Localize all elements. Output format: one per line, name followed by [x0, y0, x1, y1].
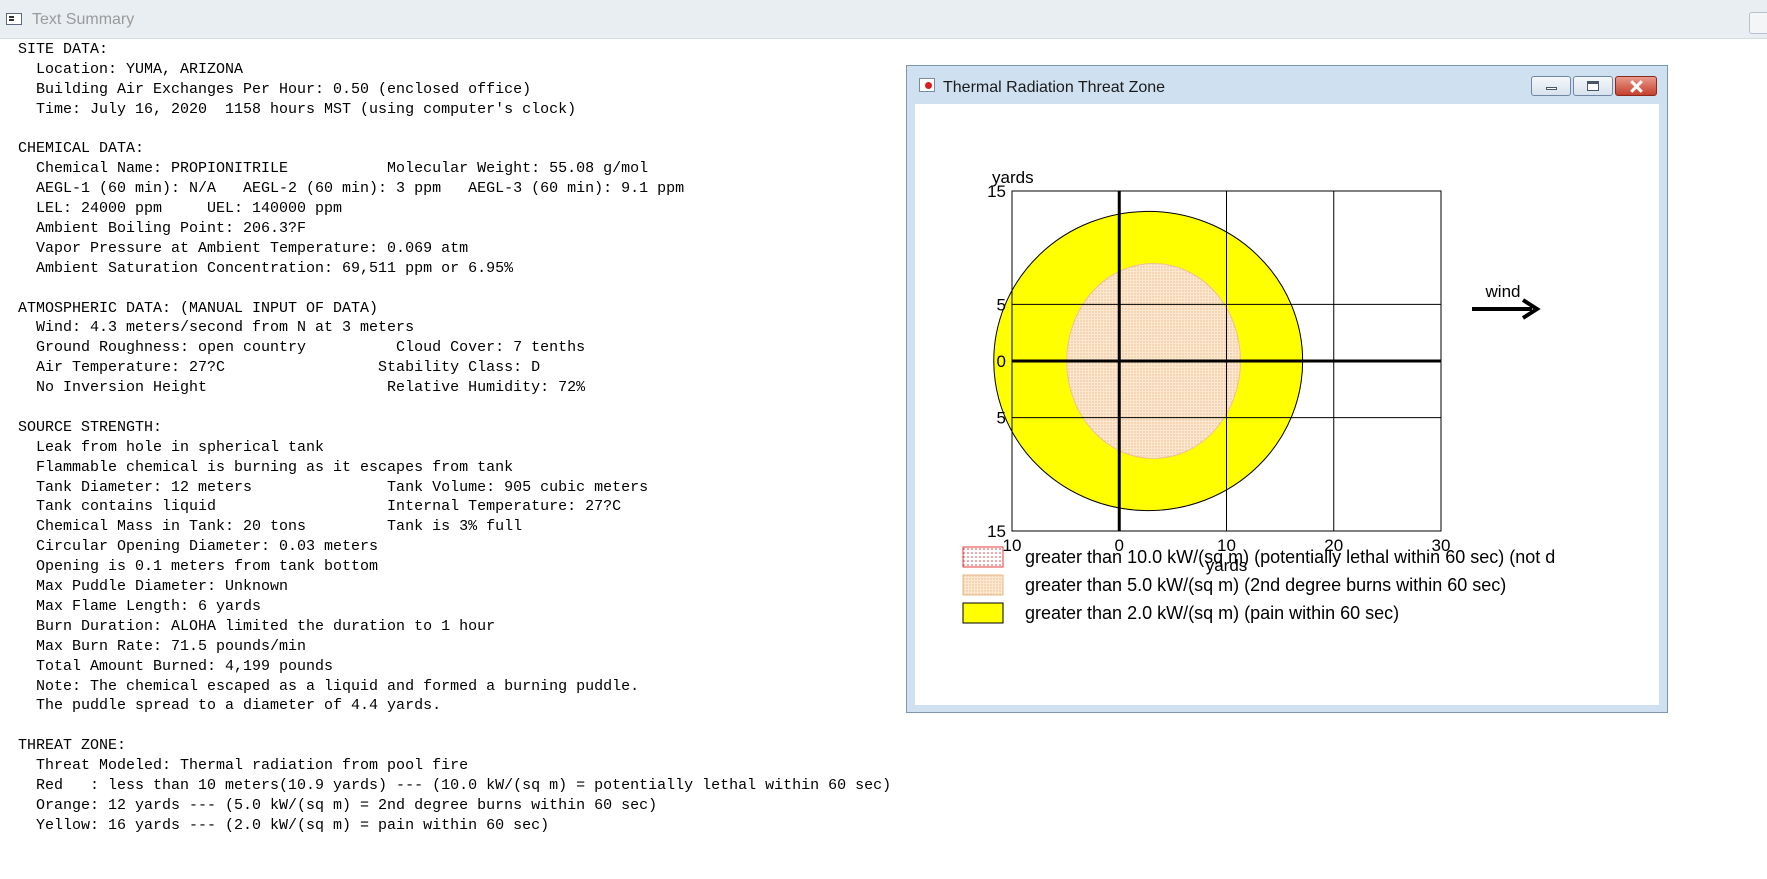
y-tick-label: 0 — [997, 352, 1006, 371]
report-line: Air Temperature: 27?C Stability Class: D — [18, 359, 541, 377]
report-line: Max Burn Rate: 71.5 pounds/min — [18, 637, 307, 655]
report-line: Tank contains liquid Internal Temperatur… — [18, 498, 622, 516]
window-edge-button[interactable] — [1749, 12, 1767, 34]
report-line: Building Air Exchanges Per Hour: 0.50 (e… — [18, 80, 532, 98]
report-line: Leak from hole in spherical tank — [18, 438, 325, 456]
report-line: Wind: 4.3 meters/second from N at 3 mete… — [18, 319, 415, 337]
report-line: Ambient Saturation Concentration: 69,511… — [18, 259, 514, 277]
report-line: Total Amount Burned: 4,199 pounds — [18, 657, 334, 675]
report-line: Burn Duration: ALOHA limited the duratio… — [18, 617, 496, 635]
threat-zone-plot: 10 0 10 20 301550515yardsyardswindgreater th… — [962, 168, 1555, 624]
report-line: SOURCE STRENGTH: — [18, 418, 163, 436]
maximize-button[interactable] — [1573, 76, 1613, 96]
report-line: The puddle spread to a diameter of 4.4 y… — [18, 697, 442, 715]
legend-swatch-yellow-solid — [962, 602, 1004, 624]
report-line: Red : less than 10 meters(10.9 yards) --… — [18, 776, 892, 794]
report-line: Opening is 0.1 meters from tank bottom — [18, 558, 379, 576]
legend-swatch-red-dots — [962, 546, 1004, 568]
y-tick-label: 15 — [987, 522, 1006, 541]
plot-client-area: 10 0 10 20 30 15 5 0 5 15 yards yards wind greater th… — [915, 104, 1659, 705]
report-line — [18, 398, 891, 418]
report-line: Max Puddle Diameter: Unknown — [18, 578, 289, 596]
report-line — [18, 120, 891, 140]
report-line: ATMOSPHERIC DATA: (MANUAL INPUT OF DATA) — [18, 299, 379, 317]
window-title: Text Summary — [32, 11, 135, 28]
report-line: Location: YUMA, ARIZONA — [18, 60, 244, 78]
report-line: AEGL-1 (60 min): N/A AEGL-2 (60 min): 3 … — [18, 180, 685, 198]
report-line: LEL: 24000 ppm UEL: 140000 ppm — [18, 200, 343, 218]
legend-label: greater than 5.0 kW/(sq m) (2nd degree b… — [1025, 575, 1506, 595]
report-line: Note: The chemical escaped as a liquid a… — [18, 677, 640, 695]
minimize-button[interactable] — [1531, 76, 1571, 96]
aloha-plot-icon — [919, 78, 935, 92]
legend-swatch-orange-dots — [962, 574, 1004, 596]
text-summary-report: SITE DATA: Location: YUMA, ARIZONA Build… — [18, 40, 891, 836]
report-line: Threat Modeled: Thermal radiation from p… — [18, 757, 469, 775]
report-line: CHEMICAL DATA: — [18, 140, 145, 158]
plot-window-title: Thermal Radiation Threat Zone — [943, 79, 1166, 96]
window-titlebar: Text Summary — [0, 0, 1767, 39]
y-tick-label: 5 — [997, 295, 1006, 314]
report-line: THREAT ZONE: — [18, 737, 127, 755]
report-line: Time: July 16, 2020 1158 hours MST (usin… — [18, 100, 577, 118]
report-line: Circular Opening Diameter: 0.03 meters — [18, 538, 379, 556]
report-line: Chemical Name: PROPIONITRILE Molecular W… — [18, 160, 649, 178]
report-line — [18, 716, 891, 736]
close-button[interactable] — [1615, 76, 1657, 96]
thermal-radiation-window[interactable]: Thermal Radiation Threat Zone 10 0 10 20 30 1… — [906, 65, 1668, 713]
wind-label: wind — [1485, 282, 1521, 301]
report-line: Orange: 12 yards --- (5.0 kW/(sq m) = 2n… — [18, 796, 658, 814]
report-line: Chemical Mass in Tank: 20 tons Tank is 3… — [18, 518, 523, 536]
report-line — [18, 279, 891, 299]
report-line: Max Flame Length: 6 yards — [18, 597, 262, 615]
legend-label: greater than 2.0 kW/(sq m) (pain within … — [1025, 603, 1399, 623]
report-line: SITE DATA: — [18, 41, 109, 58]
report-line: Flammable chemical is burning as it esca… — [18, 458, 514, 476]
report-line: Ground Roughness: open country Cloud Cov… — [18, 339, 586, 357]
report-line: Vapor Pressure at Ambient Temperature: 0… — [18, 239, 469, 257]
y-axis-label: yards — [992, 168, 1034, 187]
y-tick-label: 5 — [997, 409, 1006, 428]
legend-label: greater than 10.0 kW/(sq m) (potentially… — [1025, 547, 1555, 567]
text-summary-app-icon — [6, 13, 22, 25]
plot-window-caption[interactable]: Thermal Radiation Threat Zone — [907, 66, 1667, 104]
report-line: Yellow: 16 yards --- (2.0 kW/(sq m) = pa… — [18, 816, 550, 834]
report-line: No Inversion Height Relative Humidity: 7… — [18, 379, 586, 397]
report-line: Tank Diameter: 12 meters Tank Volume: 90… — [18, 478, 649, 496]
report-line: Ambient Boiling Point: 206.3?F — [18, 220, 307, 238]
